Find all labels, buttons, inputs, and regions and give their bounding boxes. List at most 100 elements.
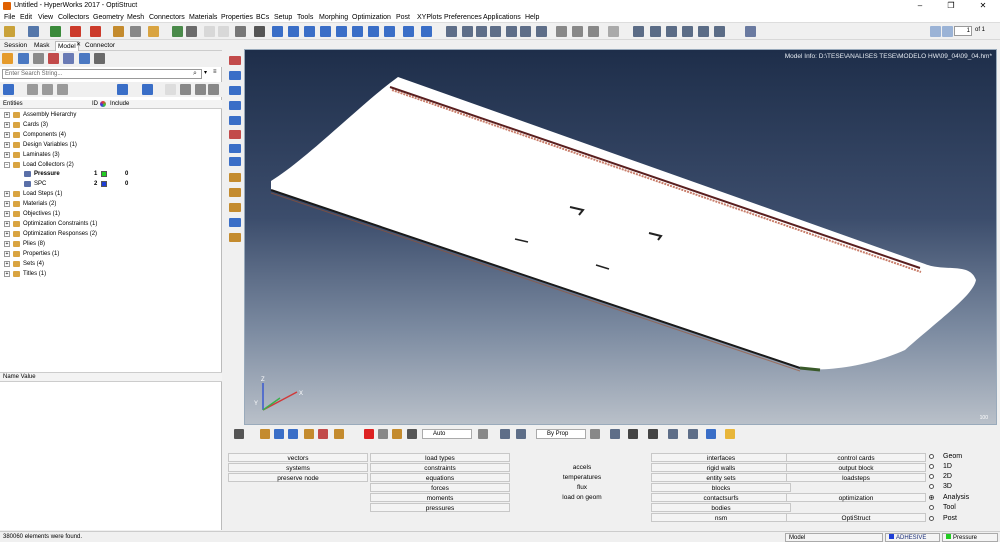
menu-interfaces[interactable]: interfaces <box>651 453 791 462</box>
menu-xyplots[interactable]: XYPlots <box>417 13 442 22</box>
radio-dot[interactable] <box>929 454 934 459</box>
search-icon[interactable]: ⌕ <box>193 69 202 79</box>
radio-dot-selected[interactable] <box>929 495 934 500</box>
expand-toggle[interactable]: + <box>4 231 10 237</box>
menu-output-block[interactable]: output block <box>786 463 926 472</box>
node-icon[interactable] <box>288 429 298 439</box>
menu-connectors[interactable]: Connectors <box>149 13 185 22</box>
menu-morphing[interactable]: Morphing <box>319 13 348 22</box>
expand-toggle[interactable]: + <box>4 250 10 257</box>
export-solver-icon[interactable] <box>90 26 101 37</box>
menu-optistruct[interactable]: OptiStruct <box>786 513 926 522</box>
property-icon[interactable] <box>334 429 344 439</box>
tree-row[interactable]: + Titles (1) <box>0 269 222 279</box>
page-number-field[interactable]: 1 <box>954 26 972 36</box>
menu-forces[interactable]: forces <box>370 483 510 492</box>
maximize-button[interactable]: ❐ <box>936 0 966 12</box>
abc-label-icon[interactable] <box>229 203 241 212</box>
view-bottom-icon[interactable] <box>403 26 414 37</box>
menu-collectors[interactable]: Collectors <box>58 13 89 22</box>
fit-icon[interactable] <box>320 26 331 37</box>
view-front-icon[interactable] <box>368 26 379 37</box>
tree-row[interactable]: + Optimization Responses (2) <box>0 229 222 239</box>
shaded-elem-icon[interactable] <box>610 429 620 439</box>
browser-part-icon[interactable] <box>79 53 90 64</box>
menu-vectors[interactable]: vectors <box>228 453 368 462</box>
wireframe-icon[interactable] <box>229 86 241 95</box>
menu-optimization[interactable]: Optimization <box>352 13 391 22</box>
copy-icon[interactable] <box>556 26 567 37</box>
tree-row[interactable]: + Design Variables (1) <box>0 140 222 150</box>
menu-help[interactable]: Help <box>525 13 539 22</box>
layout-1-icon[interactable] <box>633 26 644 37</box>
grid-icon[interactable] <box>186 26 197 37</box>
element-color-icon[interactable] <box>229 130 241 139</box>
expand-toggle[interactable]: + <box>4 260 10 267</box>
tab-session[interactable]: Session <box>2 41 29 50</box>
menu-systems[interactable]: systems <box>228 463 368 472</box>
export-icon[interactable] <box>70 26 81 37</box>
display-icon[interactable] <box>195 84 206 95</box>
view-back-icon[interactable] <box>421 26 432 37</box>
menu-mesh[interactable]: Mesh <box>127 13 144 22</box>
move-icon[interactable] <box>476 26 487 37</box>
tree-row[interactable]: + Components (4) <box>0 130 222 140</box>
browser-settings-icon[interactable] <box>94 53 105 64</box>
load-icon[interactable] <box>304 429 314 439</box>
tree-row[interactable]: − Load Collectors (2) <box>0 160 222 170</box>
select-icon[interactable] <box>165 84 176 95</box>
hand-icon[interactable] <box>490 26 501 37</box>
section-icon[interactable] <box>229 233 241 242</box>
next-page-icon[interactable] <box>942 26 953 37</box>
center-icon[interactable] <box>536 26 547 37</box>
expand-toggle[interactable]: + <box>4 270 10 277</box>
mesh-lines-icon[interactable] <box>668 429 678 439</box>
tree-row[interactable]: + Optimization Constraints (1) <box>0 219 222 229</box>
save-icon[interactable] <box>28 26 39 37</box>
expand-all-icon[interactable] <box>27 84 38 95</box>
zoom-out-icon[interactable] <box>462 26 473 37</box>
menu-optimization-panel[interactable]: optimization <box>786 493 926 502</box>
expand-toggle[interactable]: + <box>4 112 10 118</box>
expand-toggle[interactable]: + <box>4 221 10 228</box>
layout-6-icon[interactable] <box>714 26 725 37</box>
menu-view[interactable]: View <box>38 13 53 22</box>
panel-menu-icon[interactable] <box>234 429 244 439</box>
macro-icon[interactable] <box>254 26 265 37</box>
line-style-icon[interactable] <box>628 429 638 439</box>
tree-row[interactable]: Pressure 1 0 <box>0 169 222 179</box>
color-icon[interactable] <box>180 84 191 95</box>
hide-icon[interactable] <box>208 84 219 95</box>
tree-row[interactable]: + Plies (8) <box>0 239 222 249</box>
spin-icon[interactable] <box>520 26 531 37</box>
menu-geometry[interactable]: Geometry <box>93 13 124 22</box>
search-options-icon[interactable]: ▾ <box>204 69 207 76</box>
color-swatch[interactable] <box>101 181 107 188</box>
undo-view-icon[interactable] <box>588 26 599 37</box>
menu-constraints[interactable]: constraints <box>370 463 510 472</box>
tree-row[interactable]: + Objectives (1) <box>0 209 222 219</box>
expand-toggle[interactable]: + <box>4 240 10 247</box>
normals-icon[interactable] <box>229 144 241 153</box>
menu-temperatures[interactable]: temperatures <box>512 473 652 482</box>
layout-5-icon[interactable] <box>698 26 709 37</box>
zoom-icon[interactable] <box>272 26 283 37</box>
element-type-icon[interactable] <box>688 429 698 439</box>
browser-material-icon[interactable] <box>48 53 59 64</box>
radio-dot[interactable] <box>929 505 934 510</box>
menu-preferences[interactable]: Preferences <box>444 13 482 22</box>
blank-icon[interactable] <box>204 26 215 37</box>
expand-toggle[interactable]: + <box>4 131 10 138</box>
undo-icon[interactable] <box>745 26 756 37</box>
collector-icon[interactable] <box>148 26 159 37</box>
menu-equations[interactable]: equations <box>370 473 510 482</box>
element-shading-icon[interactable] <box>590 429 600 439</box>
menu-applications[interactable]: Applications <box>483 13 521 22</box>
tab-connector[interactable]: Connector <box>83 41 117 50</box>
expand-toggle[interactable]: + <box>4 141 10 148</box>
view-iso-icon[interactable] <box>336 26 347 37</box>
expand-toggle[interactable]: + <box>4 191 10 198</box>
browser-include-icon[interactable] <box>63 53 74 64</box>
display-screen-icon[interactable] <box>706 429 716 439</box>
mesh-display-icon[interactable] <box>500 429 510 439</box>
